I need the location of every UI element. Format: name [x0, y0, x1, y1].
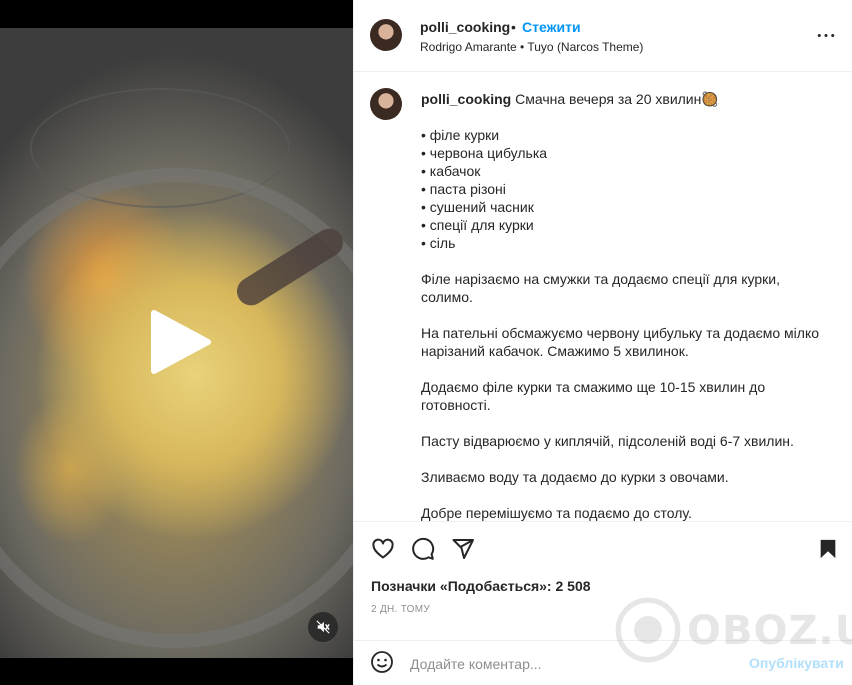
pan-image	[0, 168, 353, 648]
comment-input[interactable]	[410, 653, 740, 675]
post-comment-button[interactable]: Опублікувати	[749, 655, 844, 671]
caption-area: polli_cooking Смачна вечеря за 20 хвилин…	[354, 72, 852, 521]
audio-link[interactable]: Rodrigo Amarante • Tuyo (Narcos Theme)	[420, 40, 643, 54]
caption-avatar[interactable]	[370, 88, 402, 120]
more-horizontal-icon[interactable]	[814, 26, 838, 44]
play-icon[interactable]	[148, 309, 214, 375]
likes-count[interactable]: Позначки «Подобається»: 2 508	[371, 578, 591, 594]
recipe-step: Філе нарізаємо на смужки та додаємо спец…	[421, 271, 781, 305]
post-timestamp[interactable]: 2 ДН. ТОМУ	[371, 604, 430, 615]
bookmark-icon[interactable]	[815, 536, 841, 562]
ingredient-item: • кабачок	[421, 163, 481, 179]
caption-intro: Смачна вечеря за 20 хвилин🥘	[515, 91, 719, 107]
recipe-step: Додаємо філе курки та смажимо ще 10-15 х…	[421, 379, 766, 413]
ingredient-item: • філе курки	[421, 127, 500, 143]
ingredient-item: • спеції для курки	[421, 217, 534, 233]
smiley-icon[interactable]	[370, 650, 396, 676]
header-username[interactable]: polli_cooking	[420, 19, 510, 35]
avatar[interactable]	[370, 19, 402, 51]
media-panel	[0, 0, 353, 685]
ingredient-item: • червона цибулька	[421, 145, 548, 161]
comment-row: Опублікувати	[354, 640, 852, 685]
comment-icon[interactable]	[410, 536, 436, 562]
heart-icon[interactable]	[370, 536, 396, 562]
recipe-step: Пасту відварюємо у киплячій, підсоленій …	[421, 433, 794, 449]
follow-button[interactable]: Стежити	[522, 19, 581, 35]
separator-dot: •	[511, 19, 516, 35]
paper-plane-icon[interactable]	[450, 536, 476, 562]
caption-text: polli_cooking Смачна вечеря за 20 хвилин…	[421, 90, 831, 521]
post-panel: polli_cooking • Стежити Rodrigo Amarante…	[353, 0, 852, 685]
caption-username[interactable]: polli_cooking	[421, 91, 511, 107]
recipe-step: Добре перемішуємо та подаємо до столу.	[421, 505, 692, 521]
action-bar: Позначки «Подобається»: 2 508 2 ДН. ТОМУ…	[354, 521, 852, 685]
ingredient-item: • сушений часник	[421, 199, 534, 215]
speaker-muted-icon[interactable]	[308, 612, 338, 642]
post-header: polli_cooking • Стежити Rodrigo Amarante…	[354, 0, 852, 72]
recipe-step: На пательні обсмажуємо червону цибульку …	[421, 325, 820, 359]
ingredient-item: • сіль	[421, 235, 456, 251]
recipe-step: Зливаємо воду та додаємо до курки з овоч…	[421, 469, 729, 485]
ingredient-item: • паста різоні	[421, 181, 506, 197]
